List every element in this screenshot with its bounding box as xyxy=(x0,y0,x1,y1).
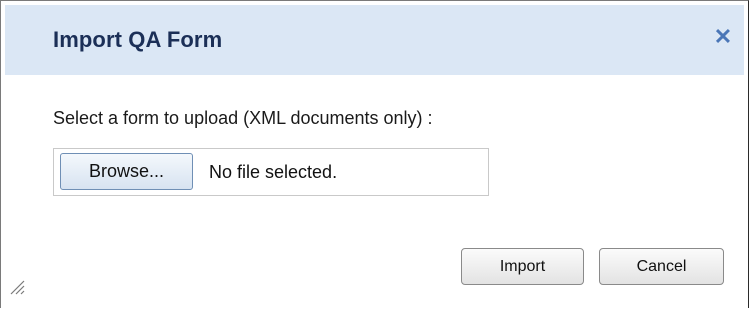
file-input[interactable]: Browse... No file selected. xyxy=(53,148,489,196)
dialog-titlebar: Import QA Form ✕ xyxy=(5,5,744,75)
cancel-button[interactable]: Cancel xyxy=(599,248,724,285)
browse-button[interactable]: Browse... xyxy=(60,153,193,190)
import-qa-form-dialog: Import QA Form ✕ Select a form to upload… xyxy=(0,0,749,308)
resize-grip-icon[interactable] xyxy=(9,279,25,295)
upload-prompt: Select a form to upload (XML documents o… xyxy=(53,108,433,128)
file-status-text: No file selected. xyxy=(209,162,338,182)
close-icon[interactable]: ✕ xyxy=(712,25,734,49)
import-button[interactable]: Import xyxy=(461,248,584,285)
dialog-title: Import QA Form xyxy=(53,27,223,52)
